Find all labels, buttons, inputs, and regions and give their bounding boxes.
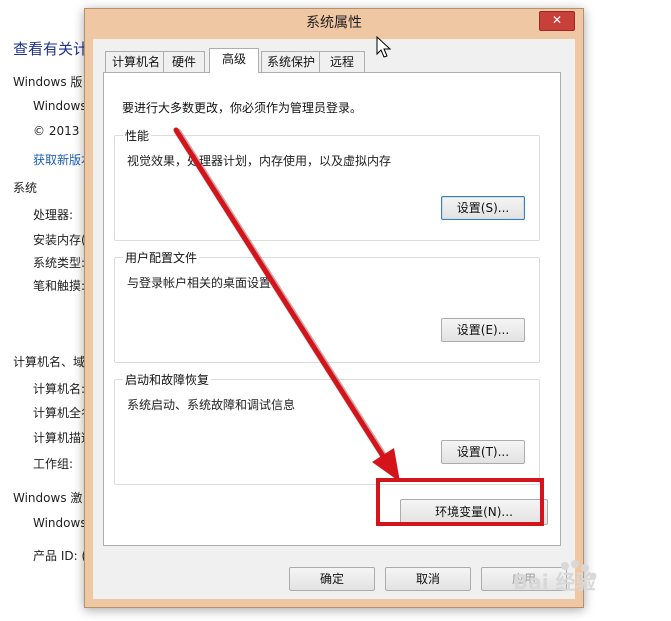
close-icon: ✕ (551, 13, 563, 27)
system-section-heading: 系统 (13, 181, 38, 195)
workgroup-label: 工作组: (33, 457, 74, 471)
tab-system-protection[interactable]: 系统保护 (261, 51, 321, 72)
startup-recovery-description: 系统启动、系统故障和调试信息 (127, 398, 296, 412)
windows-name: Windows (33, 99, 87, 113)
tab-hardware[interactable]: 硬件 (163, 51, 205, 72)
performance-settings-button[interactable]: 设置(S)... (441, 196, 525, 220)
user-profiles-group-label: 用户配置文件 (123, 249, 200, 266)
user-profiles-description: 与登录帐户相关的桌面设置 (127, 276, 272, 290)
memory-label: 安装内存( (33, 233, 86, 247)
close-button[interactable]: ✕ (539, 11, 575, 31)
advanced-tab-panel: 要进行大多数更改，你必须作为管理员登录。 性能 视觉效果，处理器计划，内存使用，… (103, 72, 561, 546)
annotation-highlight-box (376, 478, 544, 526)
dialog-title: 系统属性 (306, 15, 362, 31)
windows-edition-heading: Windows 版 (13, 75, 83, 89)
startup-recovery-settings-button[interactable]: 设置(T)... (441, 440, 525, 464)
mouse-cursor-icon (376, 36, 392, 58)
watermark-text: Bai 经验 (513, 570, 596, 594)
computer-section-heading: 计算机名、域 (13, 355, 86, 369)
page-title: 查看有关计 (13, 40, 89, 58)
system-type-label: 系统类型: (33, 256, 86, 270)
activation-section-heading: Windows 激 (13, 491, 83, 505)
processor-label: 处理器: (33, 208, 74, 222)
user-profiles-group: 用户配置文件 与登录帐户相关的桌面设置 设置(E)... (114, 249, 540, 363)
tab-computer-name[interactable]: 计算机名 (105, 51, 167, 72)
startup-recovery-group-label: 启动和故障恢复 (123, 371, 212, 388)
performance-group: 性能 视觉效果，处理器计划，内存使用，以及虚拟内存 设置(S)... (114, 127, 540, 241)
admin-note: 要进行大多数更改，你必须作为管理员登录。 (122, 101, 363, 115)
ok-button[interactable]: 确定 (289, 567, 375, 591)
baidu-watermark: Bai 经验 (505, 556, 655, 606)
startup-recovery-group: 启动和故障恢复 系统启动、系统故障和调试信息 设置(T)... (114, 371, 540, 485)
pen-touch-label: 笔和触摸: (33, 279, 86, 293)
tab-advanced[interactable]: 高级 (209, 48, 259, 73)
cancel-button[interactable]: 取消 (385, 567, 471, 591)
computer-name-label: 计算机名: (33, 382, 86, 396)
activation-windows-text: Windows (33, 516, 87, 530)
performance-group-label: 性能 (123, 127, 152, 144)
performance-description: 视觉效果，处理器计划，内存使用，以及虚拟内存 (127, 154, 392, 168)
user-profiles-settings-button[interactable]: 设置(E)... (441, 318, 525, 342)
tab-remote[interactable]: 远程 (319, 51, 365, 72)
product-id-label: 产品 ID: ( (33, 549, 87, 563)
dialog-titlebar[interactable]: 系统属性 ✕ (85, 9, 583, 39)
